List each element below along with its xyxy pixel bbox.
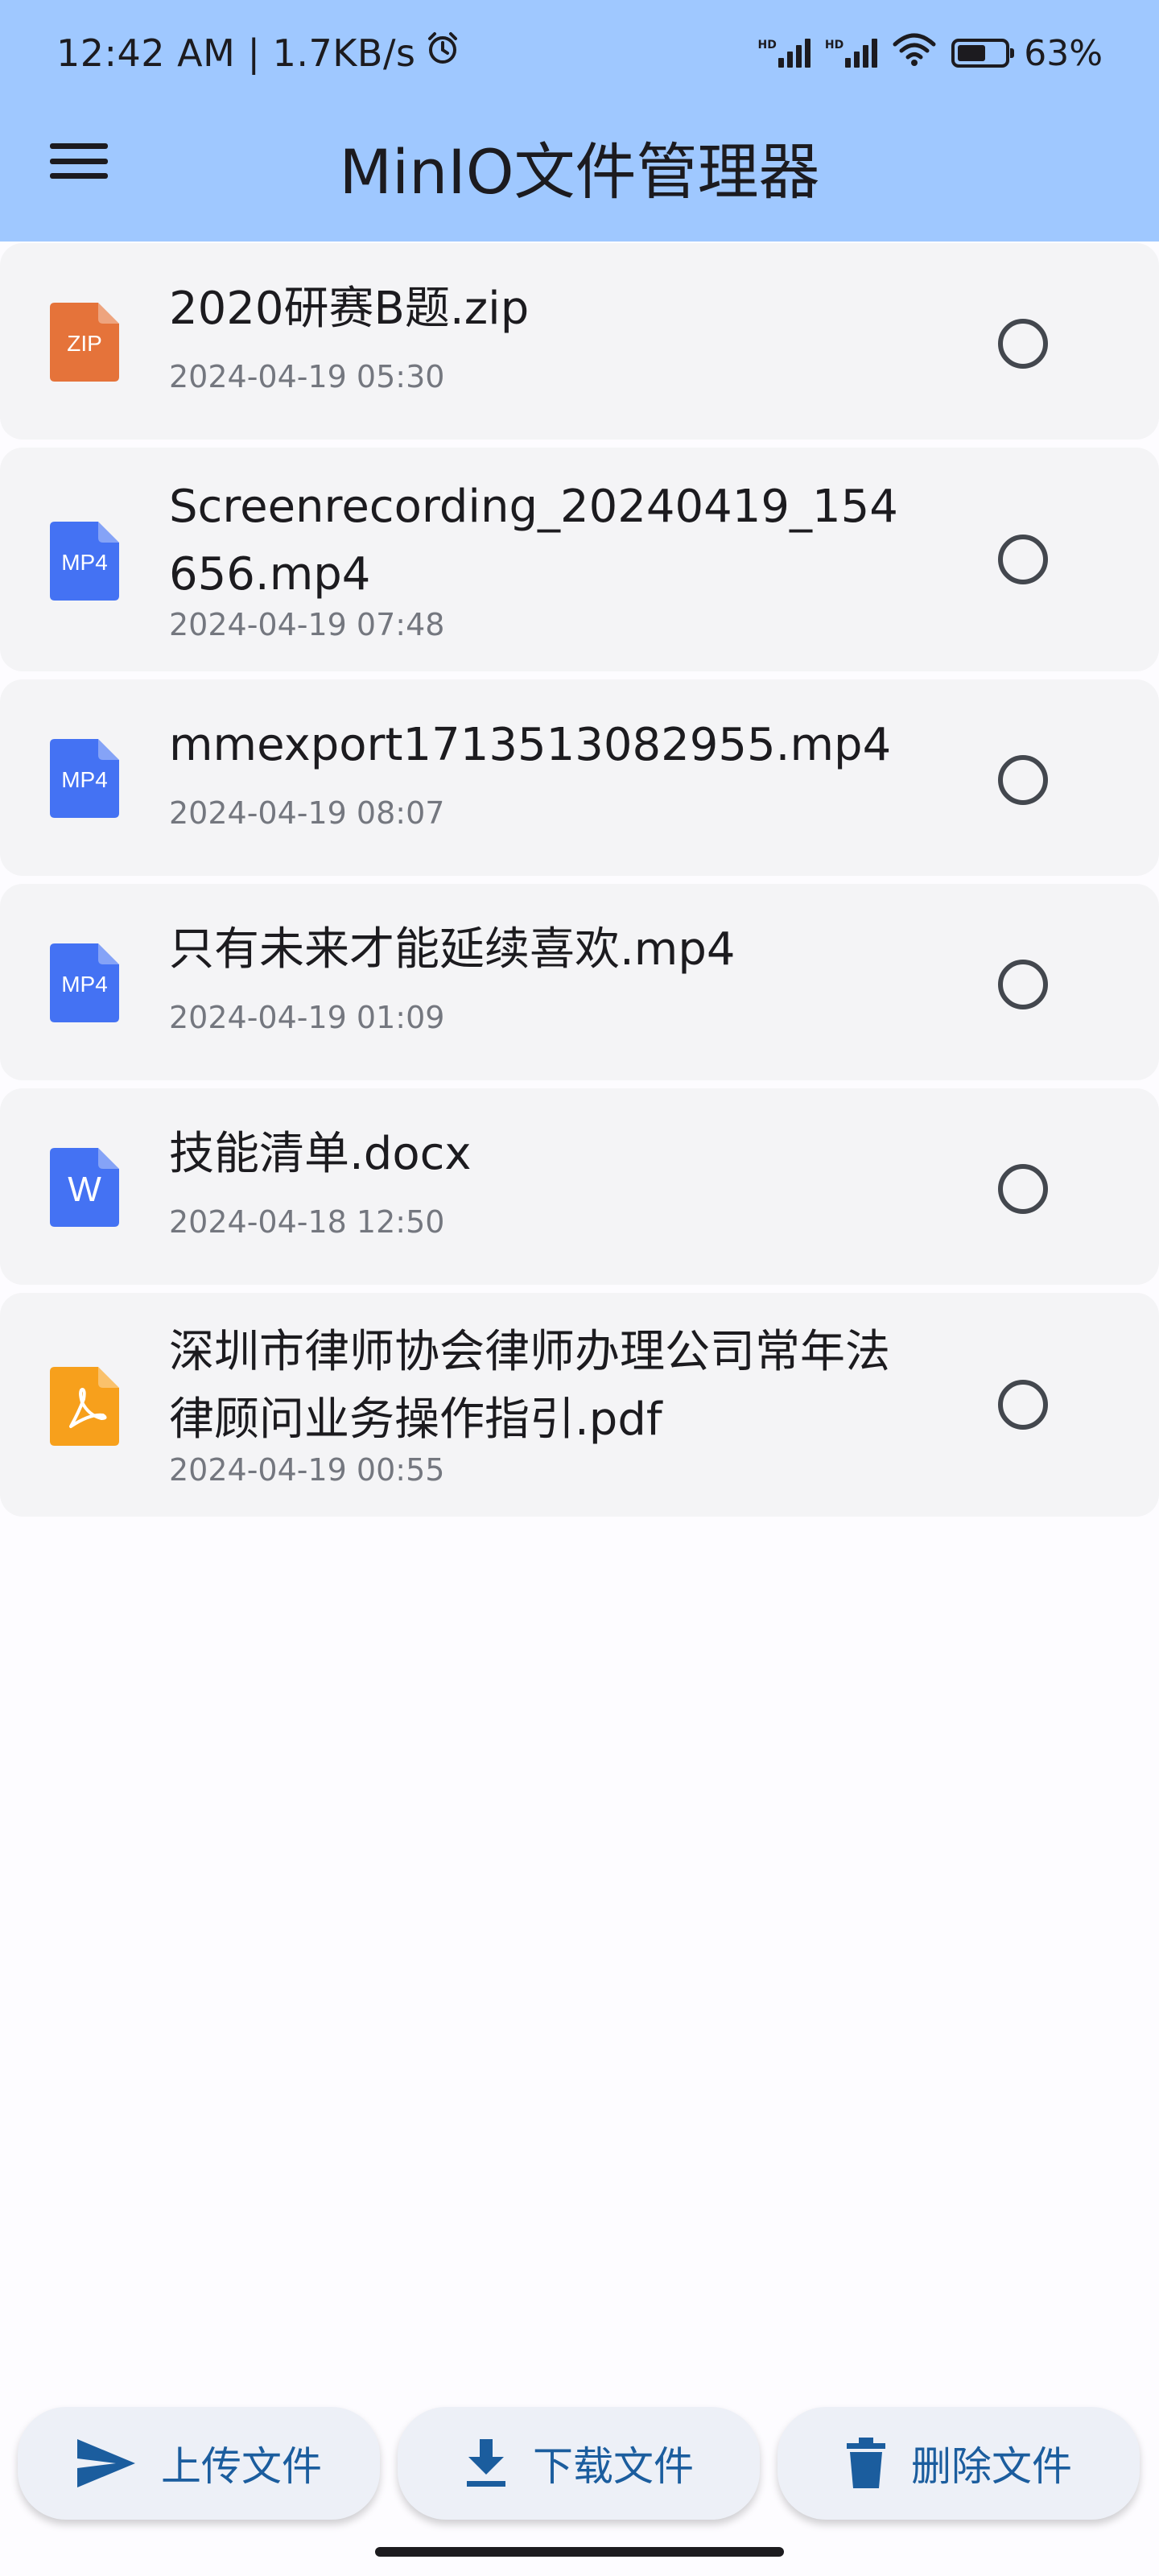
svg-text:W: W: [68, 1170, 101, 1209]
mp4-file-icon: MP4: [50, 943, 119, 1022]
file-name: 深圳市律师协会律师办理公司常年法律顾问业务操作指引.pdf: [169, 1326, 890, 1446]
send-icon: [76, 2438, 137, 2489]
file-date: 2024-04-19 01:09: [169, 1000, 445, 1035]
signal-icon-2: HD: [824, 39, 878, 68]
status-left: 12:42 AM | 1.7KB/s: [56, 29, 462, 76]
file-row[interactable]: W 技能清单.docx 2024-04-18 12:50: [0, 1088, 1159, 1285]
svg-text:MP4: MP4: [61, 550, 108, 575]
select-radio[interactable]: [998, 1380, 1048, 1430]
file-date: 2024-04-18 12:50: [169, 1204, 445, 1240]
file-row[interactable]: 深圳市律师协会律师办理公司常年法律顾问业务操作指引.pdf 2024-04-19 …: [0, 1293, 1159, 1517]
battery-percent: 63%: [1024, 32, 1103, 74]
file-date: 2024-04-19 00:55: [169, 1452, 445, 1488]
status-bar: 12:42 AM | 1.7KB/s HD HD 63%: [0, 0, 1159, 105]
delete-label: 删除文件: [911, 2443, 1072, 2490]
file-row[interactable]: MP4 mmexport1713513082955.mp4 2024-04-19 0…: [0, 679, 1159, 876]
file-date: 2024-04-19 07:48: [169, 607, 445, 642]
upload-label: 上传文件: [161, 2443, 322, 2490]
word-file-icon: W: [50, 1148, 119, 1227]
upload-button[interactable]: 上传文件: [18, 2407, 380, 2520]
battery-icon: [951, 39, 1015, 68]
file-name: Screenrecording_20240419_154656.mp4: [169, 481, 898, 601]
alarm-icon: [423, 29, 462, 76]
status-time: 12:42 AM | 1.7KB/s: [56, 31, 416, 75]
select-radio[interactable]: [998, 960, 1048, 1009]
battery-fill: [958, 45, 986, 61]
home-indicator[interactable]: [375, 2547, 784, 2557]
file-name: 2020研赛B题.zip: [169, 283, 530, 335]
select-radio[interactable]: [998, 319, 1048, 369]
file-row[interactable]: ZIP 2020研赛B题.zip 2024-04-19 05:30: [0, 243, 1159, 440]
delete-button[interactable]: 删除文件: [777, 2407, 1140, 2520]
file-date: 2024-04-19 08:07: [169, 795, 445, 831]
file-name: 只有未来才能延续喜欢.mp4: [169, 923, 736, 976]
mp4-file-icon: MP4: [50, 739, 119, 818]
svg-text:ZIP: ZIP: [67, 331, 102, 356]
select-radio[interactable]: [998, 1164, 1048, 1214]
wifi-icon: [892, 31, 937, 76]
file-name: 技能清单.docx: [169, 1128, 472, 1180]
svg-text:MP4: MP4: [61, 972, 108, 997]
sim1-label: HD: [757, 39, 777, 52]
zip-file-icon: ZIP: [50, 303, 119, 382]
download-button[interactable]: 下载文件: [398, 2407, 760, 2520]
app-header: 12:42 AM | 1.7KB/s HD HD 63% MinIO文件管理器: [0, 0, 1159, 242]
page-title: MinIO文件管理器: [339, 136, 820, 208]
file-row[interactable]: MP4 只有未来才能延续喜欢.mp4 2024-04-19 01:09: [0, 884, 1159, 1080]
select-radio[interactable]: [998, 755, 1048, 805]
svg-text:MP4: MP4: [61, 767, 108, 792]
file-row[interactable]: MP4 Screenrecording_20240419_154656.mp4 20…: [0, 448, 1159, 671]
file-date: 2024-04-19 05:30: [169, 359, 445, 394]
sim2-label: HD: [824, 39, 844, 52]
select-radio[interactable]: [998, 535, 1048, 584]
status-icons: HD HD 63%: [758, 29, 1103, 77]
file-name: mmexport1713513082955.mp4: [169, 719, 892, 771]
download-label: 下载文件: [533, 2443, 694, 2490]
download-icon: [464, 2438, 509, 2489]
trash-icon: [845, 2437, 887, 2490]
signal-icon: HD: [758, 39, 810, 68]
pdf-file-icon: [50, 1367, 119, 1446]
mp4-file-icon: MP4: [50, 522, 119, 601]
